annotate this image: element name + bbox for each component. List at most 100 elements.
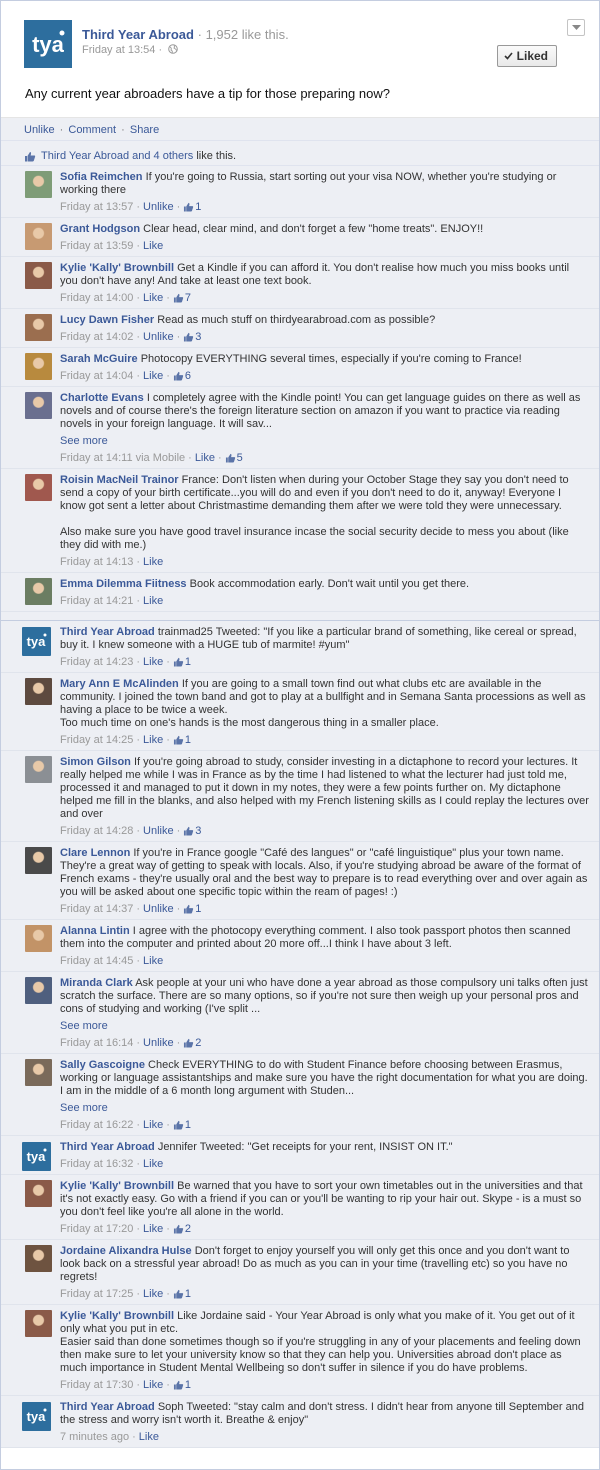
comment-timestamp[interactable]: Friday at 17:30 bbox=[60, 1378, 133, 1392]
comment-timestamp[interactable]: Friday at 14:00 bbox=[60, 291, 133, 305]
comment-like-link[interactable]: Like bbox=[143, 1378, 163, 1392]
comment-author[interactable]: Emma Dilemma Fiitness bbox=[60, 578, 187, 590]
comment-like-count[interactable]: 2 bbox=[183, 1036, 201, 1050]
user-avatar[interactable] bbox=[25, 474, 52, 501]
post-timestamp[interactable]: Friday at 13:54 bbox=[82, 44, 155, 56]
comment-timestamp[interactable]: Friday at 14:11 via Mobile bbox=[60, 451, 185, 465]
comment-like-link[interactable]: Unlike bbox=[143, 200, 174, 214]
user-avatar[interactable] bbox=[25, 847, 52, 874]
user-avatar[interactable] bbox=[25, 578, 52, 605]
comment-author[interactable]: Third Year Abroad bbox=[60, 1141, 155, 1153]
comment-link[interactable]: Comment bbox=[68, 124, 116, 136]
page-logo-avatar[interactable]: tya bbox=[22, 1142, 51, 1171]
user-avatar[interactable] bbox=[25, 171, 52, 198]
see-more-link[interactable]: See more bbox=[60, 435, 589, 448]
likes-others-link[interactable]: 4 others bbox=[154, 150, 194, 162]
comment-like-count[interactable]: 1 bbox=[173, 1378, 191, 1392]
user-avatar[interactable] bbox=[25, 1059, 52, 1086]
comment-timestamp[interactable]: Friday at 16:22 bbox=[60, 1118, 133, 1132]
user-avatar[interactable] bbox=[25, 314, 52, 341]
comment-like-link[interactable]: Like bbox=[143, 239, 163, 253]
comment-like-link[interactable]: Like bbox=[143, 369, 163, 383]
comment-like-link[interactable]: Like bbox=[143, 1157, 163, 1171]
page-name-link[interactable]: Third Year Abroad bbox=[82, 27, 194, 42]
user-avatar[interactable] bbox=[25, 1310, 52, 1337]
comment-author[interactable]: Mary Ann E McAlinden bbox=[60, 678, 179, 690]
comment-like-link[interactable]: Like bbox=[143, 954, 163, 968]
comment-timestamp[interactable]: Friday at 14:37 bbox=[60, 902, 133, 916]
user-avatar[interactable] bbox=[25, 392, 52, 419]
comment-like-link[interactable]: Unlike bbox=[143, 1036, 174, 1050]
page-logo-avatar[interactable]: tya bbox=[22, 1402, 51, 1431]
see-more-link[interactable]: See more bbox=[60, 1102, 589, 1115]
comment-timestamp[interactable]: Friday at 13:57 bbox=[60, 200, 133, 214]
comment-timestamp[interactable]: Friday at 14:02 bbox=[60, 330, 133, 344]
comment-author[interactable]: Miranda Clark bbox=[60, 977, 133, 989]
user-avatar[interactable] bbox=[25, 353, 52, 380]
comment-timestamp[interactable]: 7 minutes ago bbox=[60, 1430, 129, 1444]
comment-like-count[interactable]: 5 bbox=[225, 451, 243, 465]
comment-like-link[interactable]: Like bbox=[143, 555, 163, 569]
comment-author[interactable]: Jordaine Alixandra Hulse bbox=[60, 1245, 192, 1257]
comment-like-link[interactable]: Like bbox=[195, 451, 215, 465]
page-logo[interactable]: tya bbox=[24, 20, 72, 68]
user-avatar[interactable] bbox=[25, 1245, 52, 1272]
comment-author[interactable]: Roisin MacNeil Trainor bbox=[60, 474, 179, 486]
comment-like-count[interactable]: 1 bbox=[173, 655, 191, 669]
comment-author[interactable]: Lucy Dawn Fisher bbox=[60, 314, 154, 326]
page-logo-avatar[interactable]: tya bbox=[22, 627, 51, 656]
comment-like-count[interactable]: 2 bbox=[173, 1222, 191, 1236]
comment-like-count[interactable]: 1 bbox=[173, 733, 191, 747]
comment-author[interactable]: Kylie 'Kally' Brownbill bbox=[60, 262, 174, 274]
see-more-link[interactable]: See more bbox=[60, 1020, 589, 1033]
comment-timestamp[interactable]: Friday at 17:20 bbox=[60, 1222, 133, 1236]
comment-like-link[interactable]: Like bbox=[143, 1118, 163, 1132]
unlike-post-link[interactable]: Unlike bbox=[24, 124, 55, 136]
user-avatar[interactable] bbox=[25, 925, 52, 952]
comment-timestamp[interactable]: Friday at 14:13 bbox=[60, 555, 133, 569]
comment-like-count[interactable]: 6 bbox=[173, 369, 191, 383]
comment-timestamp[interactable]: Friday at 14:45 bbox=[60, 954, 133, 968]
comment-author[interactable]: Simon Gilson bbox=[60, 756, 131, 768]
comment-timestamp[interactable]: Friday at 14:23 bbox=[60, 655, 133, 669]
comment-like-count[interactable]: 1 bbox=[173, 1287, 191, 1301]
likes-page-link[interactable]: Third Year Abroad and bbox=[41, 150, 150, 162]
comment-like-link[interactable]: Like bbox=[143, 1287, 163, 1301]
comment-like-link[interactable]: Unlike bbox=[143, 330, 174, 344]
comment-timestamp[interactable]: Friday at 16:14 bbox=[60, 1036, 133, 1050]
user-avatar[interactable] bbox=[25, 223, 52, 250]
user-avatar[interactable] bbox=[25, 1180, 52, 1207]
comment-author[interactable]: Third Year Abroad bbox=[60, 626, 155, 638]
comment-timestamp[interactable]: Friday at 16:32 bbox=[60, 1157, 133, 1171]
comment-like-link[interactable]: Unlike bbox=[143, 824, 174, 838]
comment-author[interactable]: Kylie 'Kally' Brownbill bbox=[60, 1180, 174, 1192]
comment-like-count[interactable]: 1 bbox=[183, 200, 201, 214]
comment-author[interactable]: Sally Gascoigne bbox=[60, 1059, 145, 1071]
post-options-button[interactable] bbox=[567, 19, 585, 36]
user-avatar[interactable] bbox=[25, 678, 52, 705]
comment-like-link[interactable]: Like bbox=[143, 655, 163, 669]
comment-like-link[interactable]: Like bbox=[139, 1430, 159, 1444]
user-avatar[interactable] bbox=[25, 977, 52, 1004]
comment-author[interactable]: Alanna Lintin bbox=[60, 925, 130, 937]
comment-timestamp[interactable]: Friday at 14:04 bbox=[60, 369, 133, 383]
comment-like-link[interactable]: Like bbox=[143, 733, 163, 747]
comment-timestamp[interactable]: Friday at 14:25 bbox=[60, 733, 133, 747]
comment-timestamp[interactable]: Friday at 13:59 bbox=[60, 239, 133, 253]
comment-timestamp[interactable]: Friday at 14:28 bbox=[60, 824, 133, 838]
user-avatar[interactable] bbox=[25, 756, 52, 783]
comment-like-count[interactable]: 3 bbox=[183, 330, 201, 344]
user-avatar[interactable] bbox=[25, 262, 52, 289]
comment-like-count[interactable]: 1 bbox=[173, 1118, 191, 1132]
comment-timestamp[interactable]: Friday at 14:21 bbox=[60, 594, 133, 608]
comment-like-count[interactable]: 1 bbox=[183, 902, 201, 916]
share-link[interactable]: Share bbox=[130, 124, 159, 136]
comment-author[interactable]: Clare Lennon bbox=[60, 847, 130, 859]
comment-author[interactable]: Charlotte Evans bbox=[60, 392, 144, 404]
comment-author[interactable]: Grant Hodgson bbox=[60, 223, 140, 235]
comment-author[interactable]: Sofia Reimchen bbox=[60, 171, 143, 183]
comment-author[interactable]: Kylie 'Kally' Brownbill bbox=[60, 1310, 174, 1322]
comment-like-link[interactable]: Like bbox=[143, 594, 163, 608]
comment-like-count[interactable]: 7 bbox=[173, 291, 191, 305]
comment-like-link[interactable]: Like bbox=[143, 1222, 163, 1236]
